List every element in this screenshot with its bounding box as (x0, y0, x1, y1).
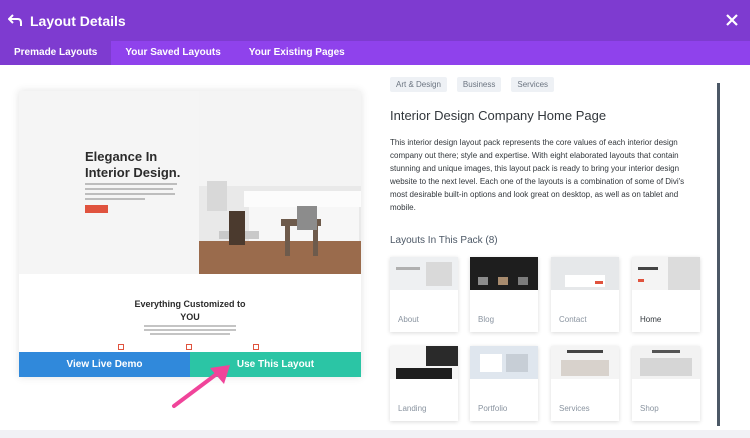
category-tags: Art & Design Business Services (390, 77, 555, 92)
tag-art-design[interactable]: Art & Design (390, 77, 447, 92)
layout-label: Portfolio (478, 404, 508, 413)
hero-button (85, 205, 108, 213)
layout-thumb-services[interactable]: Services (551, 346, 619, 421)
feature-marker (118, 344, 124, 350)
home-thumbnail-image (632, 257, 700, 290)
layout-preview: Elegance In Interior Design. Everything … (19, 91, 361, 377)
feature-marker (186, 344, 192, 350)
layout-thumb-home[interactable]: Home (632, 257, 700, 332)
tab-saved-layouts[interactable]: Your Saved Layouts (111, 41, 234, 65)
hero-text-lines (85, 183, 177, 203)
shop-thumbnail-image (632, 346, 700, 379)
about-thumbnail-image (390, 257, 458, 290)
layout-thumb-blog[interactable]: Blog (470, 257, 538, 332)
hero-text-area: Elegance In Interior Design. (19, 91, 199, 274)
contact-thumbnail-image (551, 257, 619, 290)
services-thumbnail-image (551, 346, 619, 379)
hero-title: Elegance In Interior Design. (85, 149, 181, 180)
layout-label: Landing (398, 404, 427, 413)
layout-label: Blog (478, 315, 495, 324)
section-text-lines (144, 325, 236, 337)
feature-marker (253, 344, 259, 350)
back-arrow-icon[interactable] (8, 13, 22, 27)
bedroom-image (199, 91, 361, 274)
tab-bar: Premade Layouts Your Saved Layouts Your … (0, 41, 750, 65)
layout-label: Services (559, 404, 590, 413)
preview-section: Everything Customized to YOU (19, 274, 361, 352)
details-scrollbar[interactable] (717, 83, 720, 426)
layout-thumb-shop[interactable]: Shop (632, 346, 700, 421)
landing-thumbnail-image (390, 346, 458, 379)
layout-label: About (398, 315, 419, 324)
layout-description: This interior design layout pack represe… (390, 138, 685, 212)
layout-title: Interior Design Company Home Page (390, 108, 607, 123)
layout-thumb-portfolio[interactable]: Portfolio (470, 346, 538, 421)
modal-header: Layout Details (0, 0, 750, 41)
modal-title: Layout Details (30, 13, 126, 29)
blog-thumbnail-image (470, 257, 538, 290)
tag-services[interactable]: Services (511, 77, 555, 92)
pointer-arrow-icon (172, 365, 230, 408)
tag-business[interactable]: Business (456, 77, 502, 92)
layout-label: Contact (559, 315, 587, 324)
pack-title: Layouts In This Pack (8) (390, 235, 498, 246)
layout-label: Shop (640, 404, 659, 413)
layout-thumb-contact[interactable]: Contact (551, 257, 619, 332)
bottom-edge (0, 430, 750, 438)
layouts-grid: About Blog Contact Home Landing Portfoli… (389, 256, 701, 426)
layout-thumb-about[interactable]: About (390, 257, 458, 332)
close-icon[interactable] (726, 14, 738, 26)
tab-existing-pages[interactable]: Your Existing Pages (235, 41, 359, 65)
layout-label: Home (640, 315, 662, 324)
portfolio-thumbnail-image (470, 346, 538, 379)
layout-thumb-landing[interactable]: Landing (390, 346, 458, 421)
section-title: Everything Customized to YOU (134, 299, 246, 322)
tab-premade-layouts[interactable]: Premade Layouts (0, 41, 112, 65)
view-live-demo-button[interactable]: View Live Demo (19, 352, 190, 377)
preview-hero: Elegance In Interior Design. (19, 91, 361, 274)
